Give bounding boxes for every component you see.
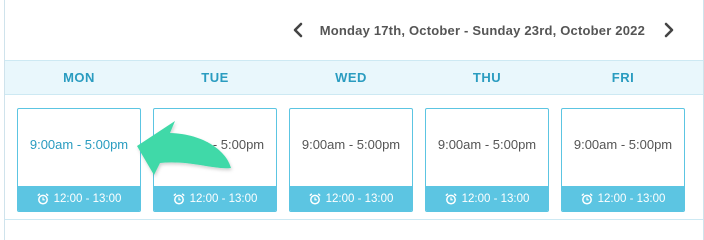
divider	[5, 219, 703, 220]
day-card-tue[interactable]: 9:00am - 5:00pm 12:00 - 13:00	[153, 108, 277, 212]
lunch-break-bar: 12:00 - 13:00	[154, 186, 276, 211]
week-range-label: Monday 17th, October - Sunday 23rd, Octo…	[319, 22, 645, 38]
alarm-clock-icon	[172, 192, 185, 205]
chevron-right-icon[interactable]	[661, 19, 677, 41]
lunch-time: 12:00 - 13:00	[189, 192, 258, 205]
alarm-clock-icon	[580, 192, 593, 205]
day-label-wed: WED	[335, 70, 367, 85]
working-hours: 9:00am - 5:00pm	[301, 137, 401, 152]
working-hours: 9:00am - 5:00pm	[29, 137, 129, 152]
lunch-time: 12:00 - 13:00	[461, 192, 530, 205]
week-navigation: Monday 17th, October - Sunday 23rd, Octo…	[5, 0, 703, 60]
day-card-fri[interactable]: 9:00am - 5:00pm 12:00 - 13:00	[561, 108, 685, 212]
day-card-thu[interactable]: 9:00am - 5:00pm 12:00 - 13:00	[425, 108, 549, 212]
working-hours: 9:00am - 5:00pm	[573, 137, 673, 152]
day-label-thu: THU	[472, 70, 502, 85]
lunch-break-bar: 12:00 - 13:00	[290, 186, 412, 211]
day-header-row: MON TUE WED THU FRI	[5, 60, 703, 95]
lunch-time: 12:00 - 13:00	[597, 192, 666, 205]
day-label-tue: TUE	[201, 70, 229, 85]
lunch-time: 12:00 - 13:00	[53, 192, 122, 205]
working-hours: 9:00am - 5:00pm	[437, 137, 537, 152]
lunch-time: 12:00 - 13:00	[325, 192, 394, 205]
day-label-mon: MON	[63, 70, 95, 85]
chevron-left-icon[interactable]	[290, 19, 306, 41]
day-card-mon[interactable]: 9:00am - 5:00pm 12:00 - 13:00	[17, 108, 141, 212]
lunch-break-bar: 12:00 - 13:00	[18, 186, 140, 211]
schedule-panel: Monday 17th, October - Sunday 23rd, Octo…	[4, 0, 704, 240]
lunch-break-bar: 12:00 - 13:00	[426, 186, 548, 211]
day-label-fri: FRI	[611, 70, 635, 85]
alarm-clock-icon	[444, 192, 457, 205]
day-card-wed[interactable]: 9:00am - 5:00pm 12:00 - 13:00	[289, 108, 413, 212]
alarm-clock-icon	[308, 192, 321, 205]
alarm-clock-icon	[36, 192, 49, 205]
lunch-break-bar: 12:00 - 13:00	[562, 186, 684, 211]
working-hours: 9:00am - 5:00pm	[165, 137, 265, 152]
